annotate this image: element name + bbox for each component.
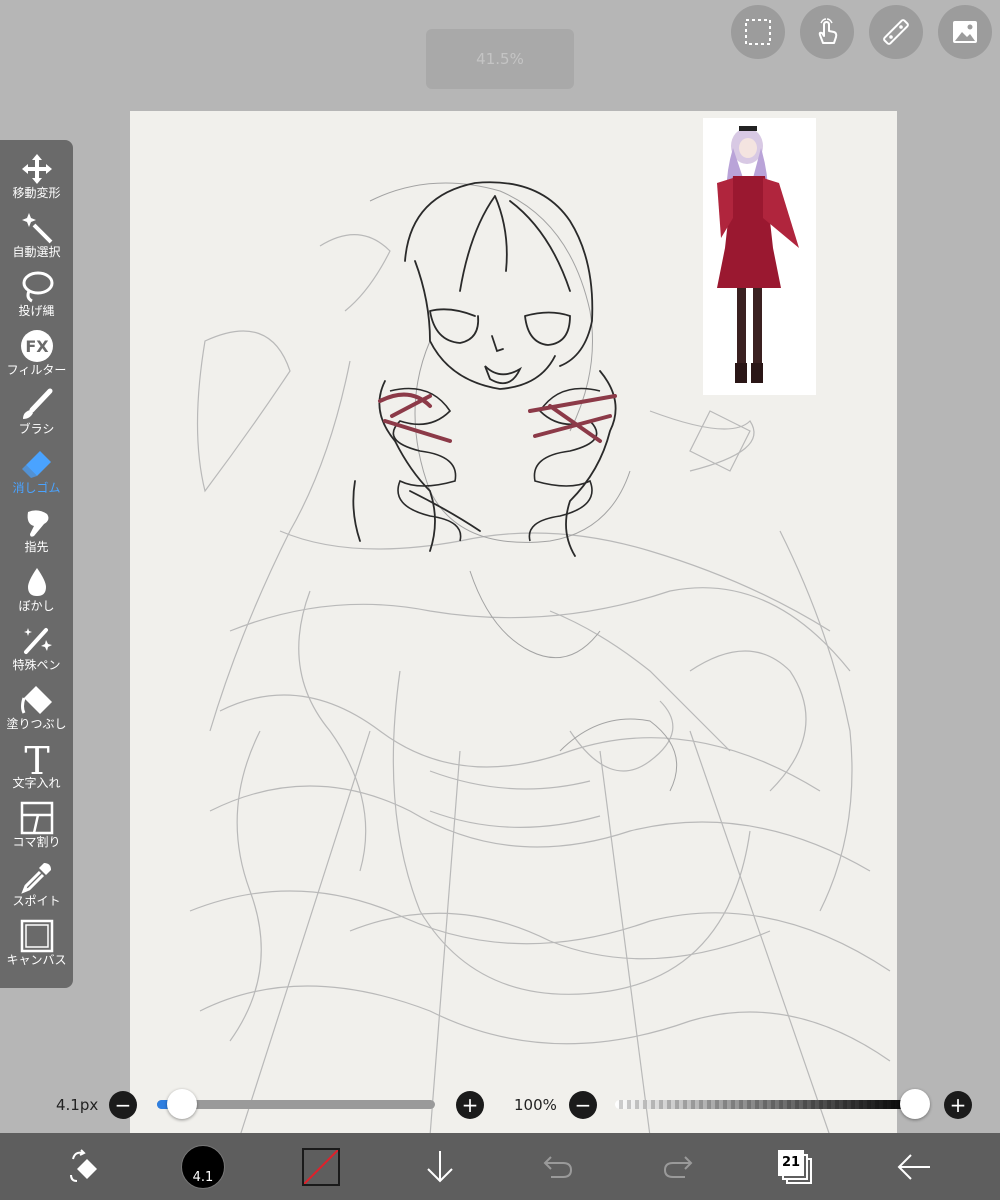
brush-size-plus-button[interactable]: + (456, 1091, 484, 1119)
tool-move-transform[interactable]: 移動変形 (0, 150, 73, 209)
tool-canvas[interactable]: キャンバス (0, 917, 73, 976)
tool-label: 文字入れ (12, 776, 61, 790)
reference-character-figure (717, 126, 799, 383)
back-button[interactable] (892, 1133, 936, 1200)
opacity-value: 100% (514, 1096, 557, 1114)
layer-count: 21 (778, 1149, 804, 1176)
selection-icon (745, 19, 771, 45)
tool-brush[interactable]: ブラシ (0, 386, 73, 445)
brush-icon (22, 388, 52, 419)
tool-text[interactable]: T 文字入れ (0, 740, 73, 799)
download-button[interactable] (418, 1133, 462, 1200)
quick-switch-button[interactable] (55, 1133, 115, 1200)
move-transform-icon (21, 154, 52, 184)
tool-label: キャンバス (6, 953, 67, 967)
magic-wand-icon (21, 213, 52, 244)
tool-eraser[interactable]: 消しゴム (0, 445, 73, 504)
undo-icon (543, 1155, 573, 1178)
undo-button[interactable] (536, 1133, 580, 1200)
tool-label: 特殊ペン (12, 658, 61, 672)
text-icon: T (24, 740, 49, 778)
special-pen-icon (23, 628, 52, 654)
fill-bucket-icon (20, 686, 52, 714)
opacity-slider[interactable] (615, 1100, 915, 1109)
ruler-icon (883, 19, 909, 45)
opacity-plus-button[interactable]: + (944, 1091, 972, 1119)
reference-image[interactable] (703, 118, 816, 395)
fx-glyph: FX (25, 337, 49, 356)
layers-stack-icon: 21 (778, 1149, 812, 1184)
tool-magic-wand[interactable]: 自動選択 (0, 209, 73, 268)
tool-panel-division[interactable]: コマ割り (0, 799, 73, 858)
ruler-button[interactable] (869, 5, 923, 59)
opacity-slider-knob[interactable] (900, 1089, 930, 1119)
smudge-finger-icon (27, 510, 48, 537)
zoom-indicator: 41.5% (426, 29, 574, 89)
arrow-down-icon (427, 1150, 453, 1182)
blur-drop-icon (27, 568, 46, 596)
tool-label: 消しゴム (12, 481, 61, 495)
tool-label: コマ割り (12, 835, 61, 849)
minus-icon: − (114, 1093, 132, 1117)
gesture-hand-icon (818, 18, 838, 44)
gesture-button[interactable] (800, 5, 854, 59)
redo-button[interactable] (656, 1133, 700, 1200)
material-image-icon (953, 21, 977, 43)
layers-button[interactable]: 21 (772, 1133, 818, 1200)
brush-size-minus-button[interactable]: − (109, 1091, 137, 1119)
filter-fx-icon: FX (20, 330, 53, 362)
bottom-toolbar: 4.1 21 (0, 1133, 1000, 1200)
tool-label: 移動変形 (12, 186, 61, 200)
material-button[interactable] (938, 5, 992, 59)
brush-size-value: 4.1px (56, 1096, 99, 1114)
eraser-icon (21, 451, 51, 478)
brush-size-slider[interactable] (157, 1100, 435, 1109)
tool-label: ぼかし (18, 599, 55, 613)
tool-special-pen[interactable]: 特殊ペン (0, 622, 73, 681)
tool-filter[interactable]: FX フィルター (0, 327, 73, 386)
brush-size-slider-knob[interactable] (167, 1089, 198, 1119)
drawing-canvas[interactable] (130, 111, 897, 1136)
tool-label: スポイト (12, 894, 61, 908)
eyedropper-icon (20, 863, 51, 894)
arrow-left-icon (897, 1153, 930, 1180)
tool-lasso[interactable]: 投げ縄 (0, 268, 73, 327)
tool-smudge[interactable]: 指先 (0, 504, 73, 563)
canvas-icon (20, 919, 53, 953)
selection-button[interactable] (731, 5, 785, 59)
tool-eyedropper[interactable]: スポイト (0, 858, 73, 917)
tool-blur[interactable]: ぼかし (0, 563, 73, 622)
quick-switch-eraser-icon (70, 1148, 97, 1182)
tool-label: 塗りつぶし (6, 717, 67, 731)
lasso-icon (22, 271, 53, 303)
tool-label: 投げ縄 (18, 304, 55, 318)
tool-fill[interactable]: 塗りつぶし (0, 681, 73, 740)
opacity-minus-button[interactable]: − (569, 1091, 597, 1119)
tool-palette: 移動変形 自動選択 投げ縄 FX フィルター ブラシ 消しゴム 指先 ぼかし 特… (0, 140, 73, 988)
plus-icon: + (461, 1093, 479, 1117)
color-swatch (302, 1147, 340, 1186)
brush-preview-label: 4.1 (192, 1169, 214, 1185)
tool-label: 自動選択 (12, 245, 61, 259)
tool-label: フィルター (6, 363, 67, 377)
tool-label: 指先 (24, 540, 49, 554)
text-glyph: T (24, 740, 49, 778)
plus-icon: + (949, 1093, 967, 1117)
panel-division-icon (20, 801, 53, 835)
brush-preview-button[interactable]: 4.1 (178, 1133, 228, 1200)
tool-label: ブラシ (18, 422, 55, 436)
brush-preview: 4.1 (181, 1144, 225, 1189)
redo-icon (663, 1155, 693, 1178)
color-button[interactable] (300, 1133, 342, 1200)
transparent-color-icon (304, 1149, 338, 1184)
minus-icon: − (574, 1093, 592, 1117)
